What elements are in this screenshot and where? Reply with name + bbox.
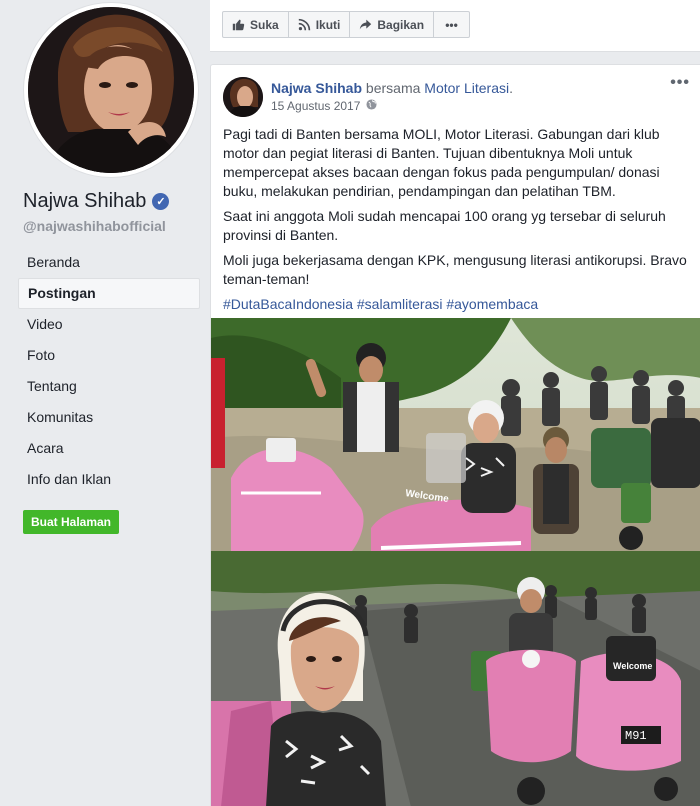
left-column: Najwa Shihab ✓ @najwashihabofficial Bera… [0, 0, 210, 806]
globe-icon [366, 99, 377, 113]
post-paragraph: Moli juga bekerjasama dengan KPK, mengus… [223, 252, 687, 287]
post-card: Najwa Shihab bersama Motor Literasi. 15 … [210, 64, 700, 806]
nav-item-tentang[interactable]: Tentang [18, 371, 200, 402]
nav-item-komunitas[interactable]: Komunitas [18, 402, 200, 433]
rss-icon [298, 18, 310, 31]
nav-item-foto[interactable]: Foto [18, 340, 200, 371]
like-page-button[interactable]: Suka [222, 11, 289, 38]
like-label: Suka [250, 17, 279, 32]
post-author-link[interactable]: Najwa Shihab [271, 80, 362, 96]
page-name-text[interactable]: Najwa Shihab [23, 190, 146, 213]
thumbs-up-icon [232, 19, 245, 31]
action-button-group: Suka Ikuti Bagikan ••• [222, 11, 471, 38]
profile-picture[interactable] [24, 3, 198, 177]
nav-item-acara[interactable]: Acara [18, 433, 200, 464]
post-hashtags[interactable]: #DutaBacaIndonesia #salamliterasi #ayome… [223, 295, 693, 314]
page-action-bar: Suka Ikuti Bagikan ••• [210, 0, 700, 52]
page-name[interactable]: Najwa Shihab ✓ [23, 190, 170, 213]
post-meta: 15 Agustus 2017 [271, 99, 377, 113]
post-paragraph: Pagi tadi di Banten bersama MOLI, Motor … [223, 126, 660, 199]
share-label: Bagikan [377, 17, 425, 32]
post-photo-selfie-road[interactable]: Welcome M91 [211, 551, 700, 806]
post-header: Najwa Shihab bersama Motor Literasi. [271, 80, 513, 96]
svg-text:M91: M91 [625, 729, 647, 743]
ellipsis-icon: ••• [445, 17, 458, 32]
share-page-button[interactable]: Bagikan [349, 11, 435, 38]
follow-label: Ikuti [315, 17, 341, 32]
svg-text:Welcome: Welcome [613, 661, 652, 671]
post-date[interactable]: 15 Agustus 2017 [271, 99, 360, 113]
post-tagged-page-link[interactable]: Motor Literasi [424, 80, 509, 96]
verified-badge-icon: ✓ [152, 193, 170, 210]
more-options-button[interactable]: ••• [433, 11, 471, 38]
post-photos[interactable]: Welcome Welcome M91 [211, 318, 700, 806]
post-author-avatar[interactable] [223, 77, 263, 117]
nav-item-info-iklan[interactable]: Info dan Iklan [18, 464, 200, 495]
follow-page-button[interactable]: Ikuti [287, 11, 351, 38]
nav-item-postingan[interactable]: Postingan [18, 278, 200, 309]
post-with-text: bersama [365, 80, 421, 96]
create-page-button[interactable]: Buat Halaman [23, 510, 119, 534]
post-text: Pagi tadi di Banten bersama MOLI, Motor … [223, 125, 693, 320]
post-paragraph: Saat ini anggota Moli sudah mencapai 100… [223, 208, 666, 243]
nav-item-video[interactable]: Video [18, 309, 200, 340]
post-options-icon[interactable]: ••• [670, 74, 690, 92]
page-nav: Beranda Postingan Video Foto Tentang Kom… [18, 247, 200, 495]
profile-photo [28, 7, 194, 173]
nav-item-beranda[interactable]: Beranda [18, 247, 200, 278]
page-handle[interactable]: @najwashihabofficial [23, 218, 166, 234]
share-arrow-icon [360, 19, 372, 30]
